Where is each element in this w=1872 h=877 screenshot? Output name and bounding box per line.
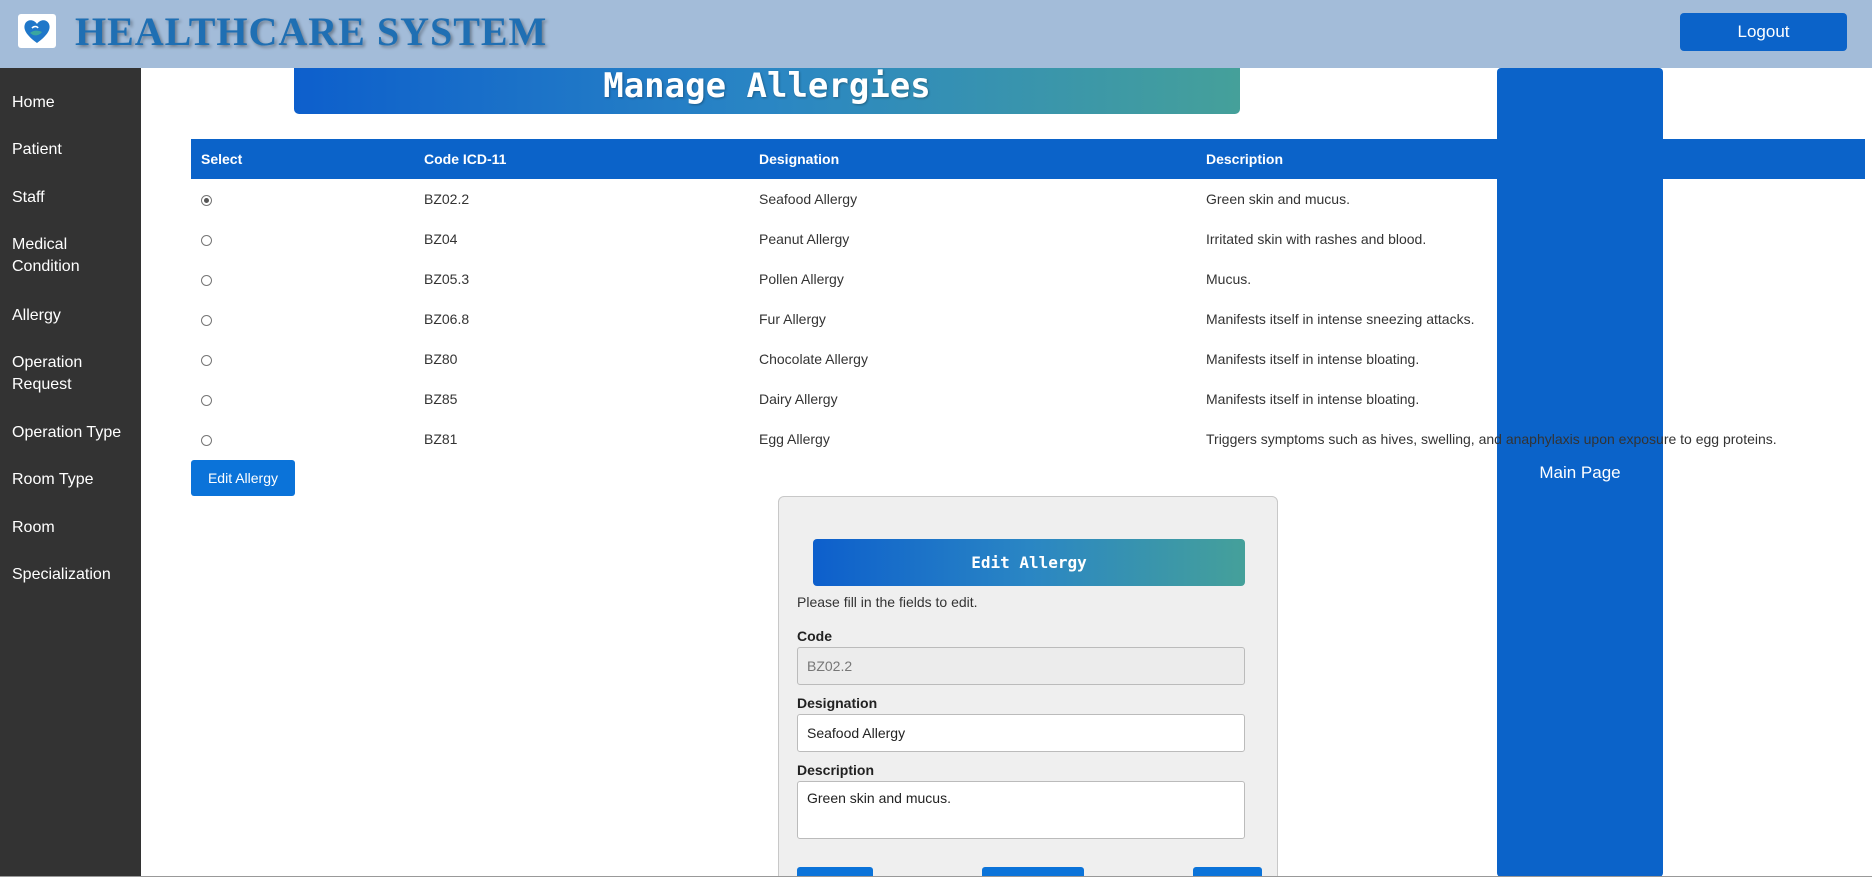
select-cell — [191, 379, 414, 419]
sidebar-item-allergy[interactable]: Allergy — [12, 305, 137, 327]
sidebar-item-staff[interactable]: Staff — [12, 187, 137, 209]
row-select-radio[interactable] — [201, 354, 212, 366]
designation-cell: Dairy Allergy — [759, 391, 838, 407]
description-field[interactable]: Green skin and mucus. — [797, 781, 1245, 839]
description-cell: Green skin and mucus. — [1206, 191, 1350, 207]
table-header-row: Select Code ICD-11 Designation Descripti… — [191, 139, 1865, 179]
logo-svg — [24, 20, 50, 43]
code-cell: BZ06.8 — [424, 311, 470, 327]
column-header-designation: Designation — [749, 139, 1196, 179]
designation-cell: Fur Allergy — [759, 311, 826, 327]
table-row[interactable]: BZ02.2 Seafood Allergy Green skin and mu… — [191, 179, 1865, 219]
description-cell: Triggers symptoms such as hives, swellin… — [1206, 431, 1777, 447]
designation-cell: Chocolate Allergy — [759, 351, 868, 367]
page-title-banner: Manage Allergies — [294, 68, 1240, 114]
description-field-label: Description — [797, 762, 875, 778]
code-field-label: Code — [797, 628, 832, 644]
row-select-radio[interactable] — [201, 274, 212, 286]
edit-allergy-form: Edit Allergy Please fill in the fields t… — [778, 496, 1278, 877]
designation-cell: Seafood Allergy — [759, 191, 858, 207]
code-field — [797, 647, 1245, 685]
edit-allergy-button[interactable]: Edit Allergy — [191, 460, 295, 496]
sidebar-item-home[interactable]: Home — [12, 92, 137, 114]
table-row[interactable]: BZ06.8 Fur Allergy Manifests itself in i… — [191, 299, 1865, 339]
code-cell: BZ04 — [424, 231, 458, 247]
code-cell: BZ05.3 — [424, 271, 470, 287]
sidebar-item-operation-type[interactable]: Operation Type — [12, 422, 137, 444]
select-cell — [191, 219, 414, 259]
description-cell: Manifests itself in intense bloating. — [1206, 351, 1420, 367]
table-row[interactable]: BZ85 Dairy Allergy Manifests itself in i… — [191, 379, 1865, 419]
description-cell: Manifests itself in intense bloating. — [1206, 391, 1420, 407]
sidebar-item-room[interactable]: Room — [12, 517, 137, 539]
code-cell: BZ81 — [424, 431, 458, 447]
table-row[interactable]: BZ81 Egg Allergy Triggers symptoms such … — [191, 419, 1865, 459]
column-header-select: Select — [191, 139, 414, 179]
designation-cell: Egg Allergy — [759, 431, 830, 447]
row-select-radio[interactable] — [201, 194, 212, 206]
code-cell: BZ80 — [424, 351, 458, 367]
sidebar: Home Patient Staff Medical Condition All… — [0, 68, 141, 877]
top-navbar: HEALTHCARE SYSTEM Main Page Logout — [0, 0, 1872, 877]
sidebar-item-patient[interactable]: Patient — [12, 139, 137, 161]
row-select-radio[interactable] — [201, 394, 212, 406]
designation-field-label: Designation — [797, 695, 878, 711]
row-select-radio[interactable] — [201, 234, 212, 246]
description-cell: Manifests itself in intense sneezing att… — [1206, 311, 1475, 327]
table-row[interactable]: BZ04 Peanut Allergy Irritated skin with … — [191, 219, 1865, 259]
designation-cell: Pollen Allergy — [759, 271, 844, 287]
description-cell: Mucus. — [1206, 271, 1252, 287]
table-row[interactable]: BZ05.3 Pollen Allergy Mucus. — [191, 259, 1865, 299]
column-header-code: Code ICD-11 — [414, 139, 749, 179]
sidebar-item-operation-request[interactable]: Operation Request — [12, 352, 102, 396]
row-select-radio[interactable] — [201, 434, 212, 446]
main-content: Manage Allergies Select Code ICD-11 Desi… — [141, 68, 1872, 877]
table-row[interactable]: BZ80 Chocolate Allergy Manifests itself … — [191, 339, 1865, 379]
sidebar-item-medical-condition[interactable]: Medical Condition — [12, 234, 102, 278]
heart-hand-logo-icon — [18, 14, 56, 48]
select-cell — [191, 259, 414, 299]
allergies-table: Select Code ICD-11 Designation Descripti… — [191, 139, 1865, 459]
designation-field[interactable] — [797, 714, 1245, 752]
edit-form-title: Edit Allergy — [971, 553, 1087, 572]
code-cell: BZ02.2 — [424, 191, 470, 207]
page-title: Manage Allergies — [603, 68, 931, 106]
app-brand-title: HEALTHCARE SYSTEM — [75, 9, 548, 54]
sidebar-item-specialization[interactable]: Specialization — [12, 564, 137, 586]
select-cell — [191, 179, 414, 219]
designation-cell: Peanut Allergy — [759, 231, 850, 247]
edit-form-instruction: Please fill in the fields to edit. — [797, 594, 978, 610]
select-cell — [191, 339, 414, 379]
description-cell: Irritated skin with rashes and blood. — [1206, 231, 1427, 247]
column-header-description: Description — [1196, 139, 1865, 179]
logout-button[interactable]: Logout — [1680, 13, 1847, 51]
code-cell: BZ85 — [424, 391, 458, 407]
select-cell — [191, 299, 414, 339]
edit-form-title-banner: Edit Allergy — [813, 539, 1245, 586]
sidebar-item-room-type[interactable]: Room Type — [12, 469, 137, 491]
row-select-radio[interactable] — [201, 314, 212, 326]
select-cell — [191, 419, 414, 459]
